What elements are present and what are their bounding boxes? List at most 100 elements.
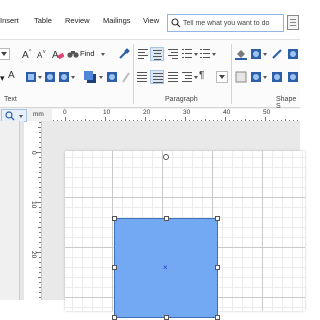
panel-splitter[interactable]: [19, 121, 24, 300]
panel-toggle-icon[interactable]: [287, 15, 299, 30]
ruler-label: 30: [183, 109, 191, 116]
menu-table[interactable]: Table: [34, 16, 52, 25]
ruler-tick: [38, 177, 41, 178]
shrink-font-icon[interactable]: A v: [37, 49, 48, 60]
outline-icon[interactable]: [106, 71, 118, 83]
chevron-down-icon[interactable]: [71, 76, 75, 79]
grow-font-icon[interactable]: A ^: [22, 48, 34, 60]
shadow-options-icon[interactable]: [235, 71, 247, 83]
ruler-tick: [39, 262, 41, 263]
align-right-icon[interactable]: [168, 49, 178, 60]
shadow-icon[interactable]: [83, 70, 97, 84]
indent-icon[interactable]: [182, 72, 192, 83]
chevron-down-icon[interactable]: [194, 53, 198, 56]
chevron-down-icon[interactable]: [212, 53, 216, 56]
menu-review[interactable]: Review: [65, 16, 90, 25]
drawing-page[interactable]: ×: [65, 151, 305, 320]
group-label-text: Text: [4, 96, 17, 103]
group-label-paragraph: Paragraph: [165, 96, 198, 103]
ruler-tick: [39, 197, 41, 198]
glow-icon[interactable]: [250, 71, 262, 83]
menu-bar: Insert Table Review Mailings View: [0, 0, 300, 39]
shape-fill-icon[interactable]: [235, 48, 247, 60]
ruler-label: 20: [143, 109, 151, 116]
chevron-down-icon[interactable]: [194, 76, 198, 79]
menu-view[interactable]: View: [143, 16, 159, 25]
ruler-label: 40: [223, 109, 231, 116]
font-size-combo[interactable]: [0, 48, 10, 60]
distributed-icon[interactable]: [137, 72, 147, 83]
find-label: Find: [80, 49, 95, 58]
ruler-tick: [39, 122, 41, 123]
chevron-down-icon[interactable]: [38, 76, 42, 79]
paragraph-mark-icon[interactable]: ¶: [199, 70, 204, 81]
chevron-down-icon[interactable]: [263, 53, 267, 56]
resize-handle-top[interactable]: [164, 216, 169, 221]
ruler-tick: [39, 232, 41, 233]
ruler-tick: [39, 287, 41, 288]
ruler-tick: [39, 297, 41, 298]
resize-handle-top-right[interactable]: [215, 216, 220, 221]
ruler-tick: [39, 137, 41, 138]
search-icon: [171, 18, 181, 28]
justify-button[interactable]: [150, 70, 164, 84]
ruler-tick: [39, 292, 41, 293]
resize-handle-right[interactable]: [215, 265, 220, 270]
ruler-tick: [39, 157, 41, 158]
svg-text:A: A: [52, 50, 59, 60]
ruler-tick: [39, 272, 41, 273]
ruler-tick: [39, 187, 41, 188]
binoculars-icon: [67, 51, 79, 58]
menu-mailings[interactable]: Mailings: [103, 16, 131, 25]
selected-rectangle-shape[interactable]: ×: [114, 218, 218, 318]
group-divider: [133, 44, 134, 104]
ruler-label: 20: [30, 251, 37, 259]
align-center-button[interactable]: [150, 47, 164, 61]
shape-style-icon[interactable]: [250, 48, 262, 60]
chevron-down-icon[interactable]: [263, 76, 267, 79]
tell-me-search-box[interactable]: [167, 14, 284, 32]
font-color-icon[interactable]: A: [8, 70, 15, 81]
resize-handle-bottom-right[interactable]: [215, 315, 220, 320]
shape-outline-icon[interactable]: [271, 48, 283, 60]
ruler-label: 0: [63, 109, 67, 116]
ruler-tick: [39, 212, 41, 213]
reflection-icon[interactable]: [271, 71, 283, 83]
group-divider: [231, 44, 232, 104]
resize-handle-bottom[interactable]: [164, 315, 169, 320]
bullets-icon[interactable]: [182, 49, 192, 59]
resize-handle-bottom-left[interactable]: [112, 315, 117, 320]
clear-formatting-icon[interactable]: A: [52, 48, 64, 60]
align-left-icon[interactable]: [138, 49, 148, 60]
brush-icon[interactable]: [121, 71, 131, 83]
ruler-tick: [39, 282, 41, 283]
bevel-icon[interactable]: [287, 71, 299, 83]
ruler-tick: [39, 132, 41, 133]
ruler-tick: [38, 277, 41, 278]
ruler-tick: [39, 237, 41, 238]
numbering-icon[interactable]: [200, 49, 210, 59]
ruler-tick: [39, 167, 41, 168]
search-input[interactable]: [183, 15, 281, 31]
svg-text:A: A: [22, 50, 29, 60]
eyedropper-icon[interactable]: [118, 48, 130, 60]
ruler-label: 10: [103, 109, 111, 116]
resize-handle-left[interactable]: [112, 265, 117, 270]
svg-text:v: v: [43, 49, 46, 55]
line-spacing-icon[interactable]: [168, 72, 178, 83]
menu-insert[interactable]: Insert: [0, 16, 19, 25]
shape-effects-icon[interactable]: [287, 48, 299, 60]
wordart-icon[interactable]: [44, 71, 56, 83]
rotation-handle[interactable]: [163, 154, 169, 160]
vertical-ruler[interactable]: 0 10 20: [28, 121, 42, 300]
ruler-tick: [39, 147, 41, 148]
chevron-down-icon[interactable]: [99, 76, 103, 79]
resize-handle-top-left[interactable]: [112, 216, 117, 221]
text-box-icon[interactable]: [25, 71, 37, 83]
ruler-tick: [39, 217, 41, 218]
magnifier-icon: [5, 111, 15, 121]
text-effects-icon[interactable]: [58, 71, 70, 83]
drawing-canvas[interactable]: ×: [42, 121, 305, 320]
paragraph-style-combo[interactable]: [216, 71, 228, 83]
font-color-dropdown-icon[interactable]: ▾: [0, 73, 5, 84]
